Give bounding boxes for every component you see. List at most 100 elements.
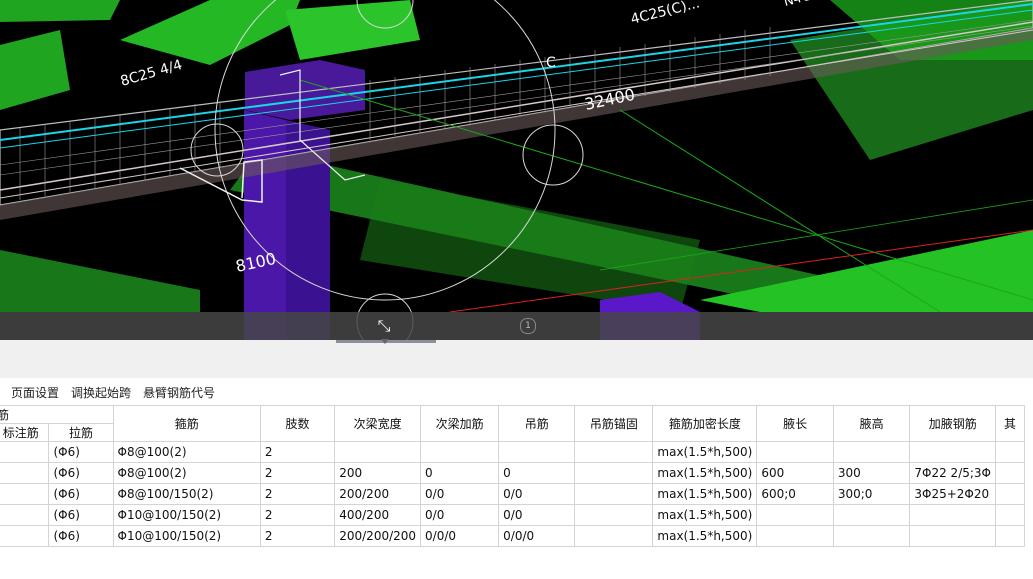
table-cell[interactable]: 300: [832, 462, 911, 484]
table-cell[interactable]: Φ10@100/150(2): [112, 504, 261, 526]
table-cell[interactable]: [756, 441, 834, 463]
col-header-dense-length[interactable]: 箍筋加密长度: [652, 405, 758, 442]
table-cell[interactable]: 600;0: [756, 483, 834, 505]
table-group-header: 筋: [0, 405, 114, 424]
table-cell[interactable]: [995, 525, 1025, 547]
table-cell[interactable]: 2: [259, 504, 336, 526]
table-cell[interactable]: 0: [420, 462, 500, 484]
table-cell[interactable]: [995, 462, 1025, 484]
table-cell[interactable]: max(1.5*h,500): [652, 462, 758, 484]
col-header-marked-rebar[interactable]: 标注筋: [0, 423, 50, 442]
table-cell[interactable]: (Φ6): [48, 462, 114, 484]
col-header-hanger-anchor[interactable]: 吊筋锚固: [574, 405, 654, 442]
table-cell[interactable]: Φ8@100(2): [112, 462, 261, 484]
table-cell[interactable]: 300;0: [832, 483, 911, 505]
table-cell[interactable]: (Φ6): [48, 504, 114, 526]
table-cell[interactable]: max(1.5*h,500): [652, 525, 758, 547]
table-row[interactable]: (Φ6) Φ8@100(2) 2 200 0 0 max(1.5*h,500) 600 300 7…: [0, 462, 1025, 484]
table-cell[interactable]: 200: [334, 462, 422, 484]
col-header-other[interactable]: 其: [995, 405, 1025, 442]
table-cell[interactable]: Φ8@100/150(2): [112, 483, 261, 505]
table-cell[interactable]: (Φ6): [48, 483, 114, 505]
3d-viewport[interactable]: 8C25 4/4 4C25(C)... N4C1... 32400 8100 C…: [0, 0, 1033, 340]
table-cell[interactable]: [832, 525, 911, 547]
table-cell[interactable]: [0, 504, 50, 526]
chevron-down-icon[interactable]: [381, 339, 389, 344]
table-cell[interactable]: [909, 441, 996, 463]
table-cell[interactable]: 2: [259, 525, 336, 547]
swap-start-span-button[interactable]: 调换起始跨: [71, 384, 131, 401]
table-cell[interactable]: 0/0: [420, 504, 500, 526]
viewport-status-strip: [0, 312, 1033, 340]
table-cell[interactable]: max(1.5*h,500): [652, 504, 758, 526]
table-cell[interactable]: 2: [259, 441, 336, 463]
table-cell[interactable]: 0: [498, 462, 576, 484]
table-cell[interactable]: [909, 504, 996, 526]
table-row[interactable]: (Φ6) Φ8@100/150(2) 2 200/200 0/0 0/0 max(1.5*h…: [0, 483, 1025, 505]
col-header-legs[interactable]: 肢数: [259, 405, 336, 442]
table-cell[interactable]: [334, 441, 422, 463]
table-cell[interactable]: [995, 504, 1025, 526]
table-cell[interactable]: [832, 504, 911, 526]
table-cell[interactable]: 600: [756, 462, 834, 484]
col-header-tie[interactable]: 拉筋: [48, 423, 114, 442]
table-cell[interactable]: 400/200: [334, 504, 422, 526]
col-header-secondary-beam-width[interactable]: 次梁宽度: [334, 405, 422, 442]
table-cell[interactable]: [832, 441, 911, 463]
col-header-haunch-length[interactable]: 腋长: [756, 405, 834, 442]
table-cell[interactable]: 3Φ25+2Φ20: [909, 483, 996, 505]
table-cell[interactable]: [420, 441, 500, 463]
table-cell[interactable]: max(1.5*h,500): [652, 483, 758, 505]
table-cell[interactable]: Φ8@100(2): [112, 441, 261, 463]
table-cell[interactable]: [756, 504, 834, 526]
table-cell[interactable]: [498, 441, 576, 463]
table-cell[interactable]: 200/200: [334, 483, 422, 505]
slab-bottom-left: [0, 250, 200, 312]
table-cell[interactable]: max(1.5*h,500): [652, 441, 758, 463]
table-cell[interactable]: 2: [259, 483, 336, 505]
axis-marker-label: C: [546, 55, 556, 71]
table-row[interactable]: (Φ6) Φ10@100/150(2) 2 400/200 0/0 0/0 max(1.5*…: [0, 504, 1025, 526]
col-header-hanger[interactable]: 吊筋: [498, 405, 576, 442]
table-cell[interactable]: [574, 525, 654, 547]
table-cell[interactable]: [0, 462, 50, 484]
table-cell[interactable]: 2: [259, 462, 336, 484]
table-cell[interactable]: [0, 483, 50, 505]
table-cell[interactable]: [574, 504, 654, 526]
table-row[interactable]: (Φ6) Φ8@100(2) 2 max(1.5*h,500): [0, 441, 1025, 463]
table-cell[interactable]: [574, 462, 654, 484]
table-cell[interactable]: [0, 525, 50, 547]
collapse-arrows-icon[interactable]: ⤡: [374, 316, 394, 336]
col-header-secondary-beam-rebar[interactable]: 次梁加筋: [420, 405, 500, 442]
table-cell[interactable]: 0/0: [498, 504, 576, 526]
table-cell[interactable]: (Φ6): [48, 441, 114, 463]
table-cell[interactable]: [995, 441, 1025, 463]
col-header-stirrup[interactable]: 箍筋: [112, 405, 261, 442]
table-cell[interactable]: 0/0: [420, 483, 500, 505]
page-indicator: 1: [520, 318, 536, 334]
table-cell[interactable]: (Φ6): [48, 525, 114, 547]
table-cell[interactable]: [574, 483, 654, 505]
page-setup-button[interactable]: 页面设置: [11, 384, 59, 401]
table-cell[interactable]: Φ10@100/150(2): [112, 525, 261, 547]
table-cell[interactable]: [756, 525, 834, 547]
slab-shadow: [360, 180, 700, 312]
table-row[interactable]: (Φ6) Φ10@100/150(2) 2 200/200/200 0/0/0 0/0/0…: [0, 525, 1025, 547]
table-cell[interactable]: [574, 441, 654, 463]
table-cell[interactable]: 0/0/0: [420, 525, 500, 547]
slab-top-mid: [285, 0, 420, 60]
slab-top: [120, 0, 300, 65]
table-cell[interactable]: [995, 483, 1025, 505]
table-cell[interactable]: 0/0: [498, 483, 576, 505]
rebar-table-container: 筋 箍筋 肢数 次梁宽度 次梁加筋 吊筋 吊筋锚固 箍筋加密长度 腋长 腋高 加…: [0, 405, 1033, 579]
col-header-haunch-height[interactable]: 腋高: [832, 405, 911, 442]
beam-label-1: 8C25 4/4: [119, 57, 185, 90]
table-cell[interactable]: [0, 441, 50, 463]
table-cell[interactable]: [909, 525, 996, 547]
table-cell[interactable]: 0/0/0: [498, 525, 576, 547]
cantilever-rebar-code-button[interactable]: 悬臂钢筋代号: [143, 384, 215, 401]
table-cell[interactable]: 7Φ22 2/5;3Φ: [909, 462, 996, 484]
table-cell[interactable]: 200/200/200: [334, 525, 422, 547]
panel-splitter[interactable]: [0, 339, 1033, 379]
col-header-haunch-rebar[interactable]: 加腋钢筋: [909, 405, 996, 442]
